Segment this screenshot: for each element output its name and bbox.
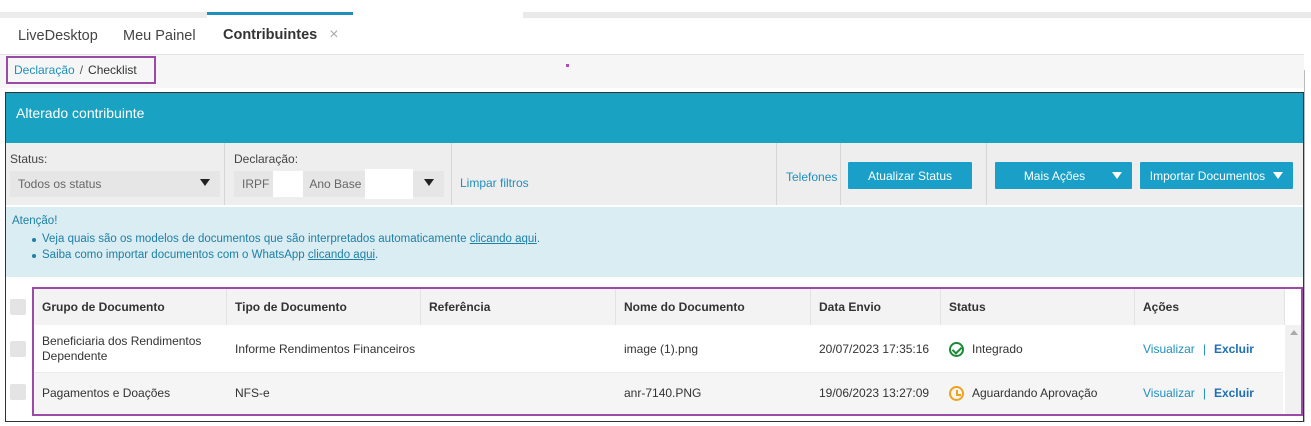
row-checkbox[interactable] — [10, 384, 26, 400]
declaracao-prefix: IRPF — [242, 177, 270, 191]
chevron-down-icon — [200, 179, 210, 186]
tab-strip — [0, 0, 1311, 55]
telefones-link[interactable]: Telefones — [786, 170, 837, 184]
page-title-banner: Alterado contribuinte — [6, 93, 1303, 143]
redacted-block — [273, 171, 304, 197]
limpar-filtros-link[interactable]: Limpar filtros — [460, 176, 529, 190]
breadcrumb-current: Checklist — [88, 63, 137, 77]
chevron-down-icon — [1273, 172, 1283, 179]
breadcrumb-link-declaracao[interactable]: Declaração — [14, 63, 75, 77]
declaracao-select[interactable]: IRPF Ano Base — [234, 169, 444, 199]
tab-contribuintes-label: Contribuintes — [223, 26, 318, 43]
chevron-down-icon — [1112, 172, 1122, 179]
breadcrumb-row — [0, 54, 1304, 88]
declaracao-ano-base: Ano Base — [309, 177, 362, 191]
list-item: Saiba como importar documentos com o Wha… — [32, 249, 1303, 261]
divider — [986, 143, 987, 205]
attention-tail: . — [375, 249, 379, 261]
select-all-checkbox[interactable] — [10, 299, 26, 315]
attention-text: Veja quais são os modelos de documentos … — [42, 233, 470, 245]
chevron-down-icon — [424, 179, 434, 186]
close-icon[interactable]: × — [329, 26, 338, 44]
breadcrumb-separator: / — [79, 63, 84, 77]
status-select[interactable]: Todos os status — [10, 171, 220, 197]
tab-contribuintes[interactable]: Contribuintes × — [207, 12, 353, 54]
importar-documentos-button[interactable]: Importar Documentos — [1140, 162, 1293, 189]
marker-dot — [566, 64, 569, 67]
attention-text: Saiba como importar documentos com o Wha… — [42, 249, 308, 261]
list-item: Veja quais são os modelos de documentos … — [32, 233, 1303, 245]
atualizar-status-button[interactable]: Atualizar Status — [848, 162, 972, 189]
clicando-aqui-link[interactable]: clicando aqui — [308, 249, 375, 261]
attention-tail: . — [536, 233, 541, 245]
importar-documentos-label: Importar Documentos — [1149, 168, 1266, 183]
divider — [451, 143, 452, 205]
attention-box: Atenção! Veja quais são os modelos de do… — [6, 207, 1303, 277]
redacted-block — [365, 169, 414, 199]
divider — [776, 143, 777, 205]
breadcrumb: Declaração / Checklist — [6, 56, 156, 84]
tab-meu-painel[interactable]: Meu Painel — [123, 18, 196, 54]
divider — [840, 143, 841, 205]
page-title: Alterado contribuinte — [16, 105, 145, 121]
declaracao-label: Declaração: — [234, 152, 299, 166]
mais-acoes-label: Mais Ações — [1023, 168, 1086, 183]
status-label: Status: — [10, 152, 48, 166]
divider — [224, 143, 225, 205]
tab-strip-decoration-right — [523, 12, 1311, 18]
attention-list: Veja quais são os modelos de documentos … — [12, 233, 1303, 261]
table-highlight-outline — [32, 287, 1303, 416]
row-checkbox[interactable] — [10, 341, 26, 357]
tab-livedesktop[interactable]: LiveDesktop — [18, 18, 98, 54]
page-scroll-edge — [1304, 70, 1305, 422]
attention-title: Atenção! — [12, 215, 58, 227]
clicando-aqui-link[interactable]: clicando aqui — [470, 233, 537, 245]
status-select-value: Todos os status — [18, 177, 102, 191]
mais-acoes-button[interactable]: Mais Ações — [995, 162, 1132, 189]
